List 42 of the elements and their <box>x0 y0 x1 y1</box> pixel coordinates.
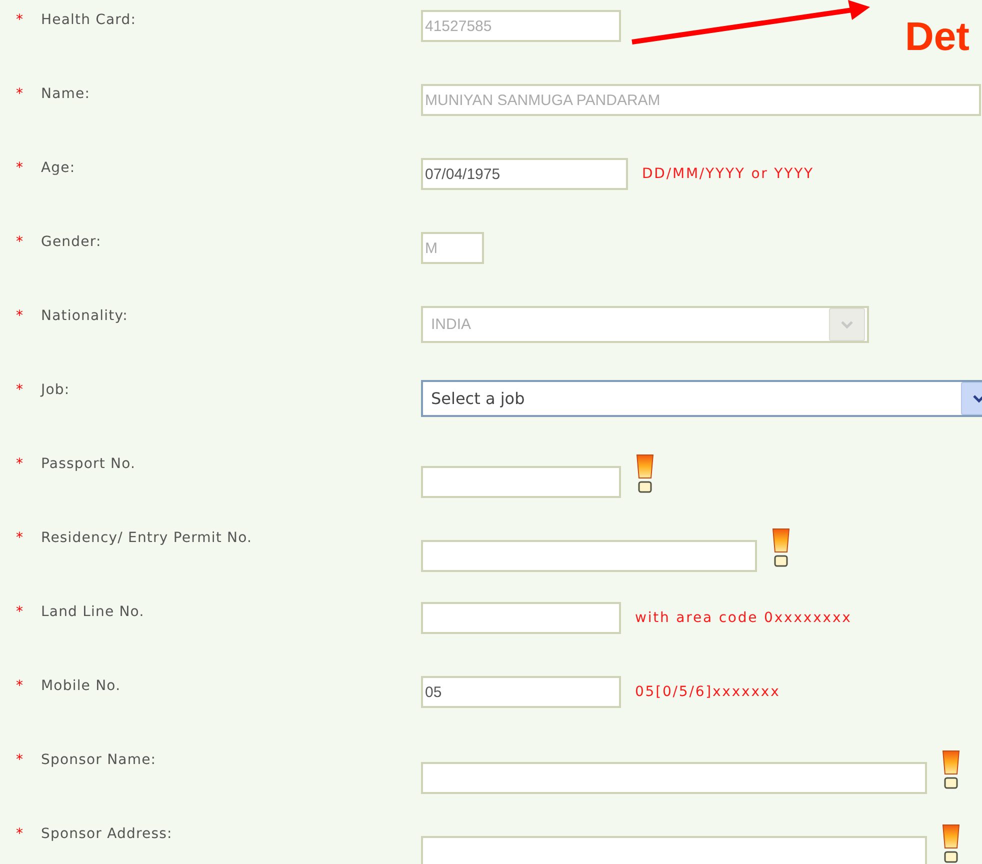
field-label: Land Line No. <box>41 604 144 620</box>
required-marker: * <box>16 12 23 28</box>
required-marker: * <box>16 678 23 694</box>
exclamation-icon[interactable] <box>941 750 961 790</box>
required-marker: * <box>16 456 23 472</box>
input-field[interactable]: 07/04/1975 <box>421 158 628 190</box>
input-field[interactable]: 05 <box>421 676 621 708</box>
format-hint: with area code 0xxxxxxxx <box>635 610 852 626</box>
callout-text: Det <box>905 14 970 60</box>
field-label: Passport No. <box>41 456 136 472</box>
exclamation-icon[interactable] <box>941 824 961 864</box>
dropdown-field[interactable]: Select a job <box>421 380 982 417</box>
required-marker: * <box>16 604 23 620</box>
field-label: Sponsor Address: <box>41 826 172 842</box>
required-marker: * <box>16 86 23 102</box>
input-field[interactable] <box>421 836 927 864</box>
format-hint: DD/MM/YYYY or YYYY <box>642 166 814 182</box>
required-marker: * <box>16 826 23 842</box>
field-label: Nationality: <box>41 308 128 324</box>
field-label: Residency/ Entry Permit No. <box>41 530 252 546</box>
required-marker: * <box>16 308 23 324</box>
field-label: Mobile No. <box>41 678 121 694</box>
input-field[interactable] <box>421 762 927 794</box>
chevron-icon <box>840 320 854 330</box>
required-marker: * <box>16 752 23 768</box>
field-label: Job: <box>41 382 70 398</box>
field-label: Health Card: <box>41 12 136 28</box>
required-marker: * <box>16 234 23 250</box>
input-field[interactable] <box>421 466 621 498</box>
format-hint: 05[0/5/6]xxxxxxx <box>635 684 780 700</box>
input-field[interactable] <box>421 540 757 572</box>
required-marker: * <box>16 160 23 176</box>
field-label: Gender: <box>41 234 102 250</box>
input-field[interactable] <box>421 602 621 634</box>
required-marker: * <box>16 382 23 398</box>
exclamation-icon[interactable] <box>635 454 655 494</box>
field-label: Name: <box>41 86 90 102</box>
field-label: Sponsor Name: <box>41 752 156 768</box>
field-label: Age: <box>41 160 76 176</box>
exclamation-icon[interactable] <box>771 528 791 568</box>
required-marker: * <box>16 530 23 546</box>
chevron-icon <box>972 394 982 404</box>
